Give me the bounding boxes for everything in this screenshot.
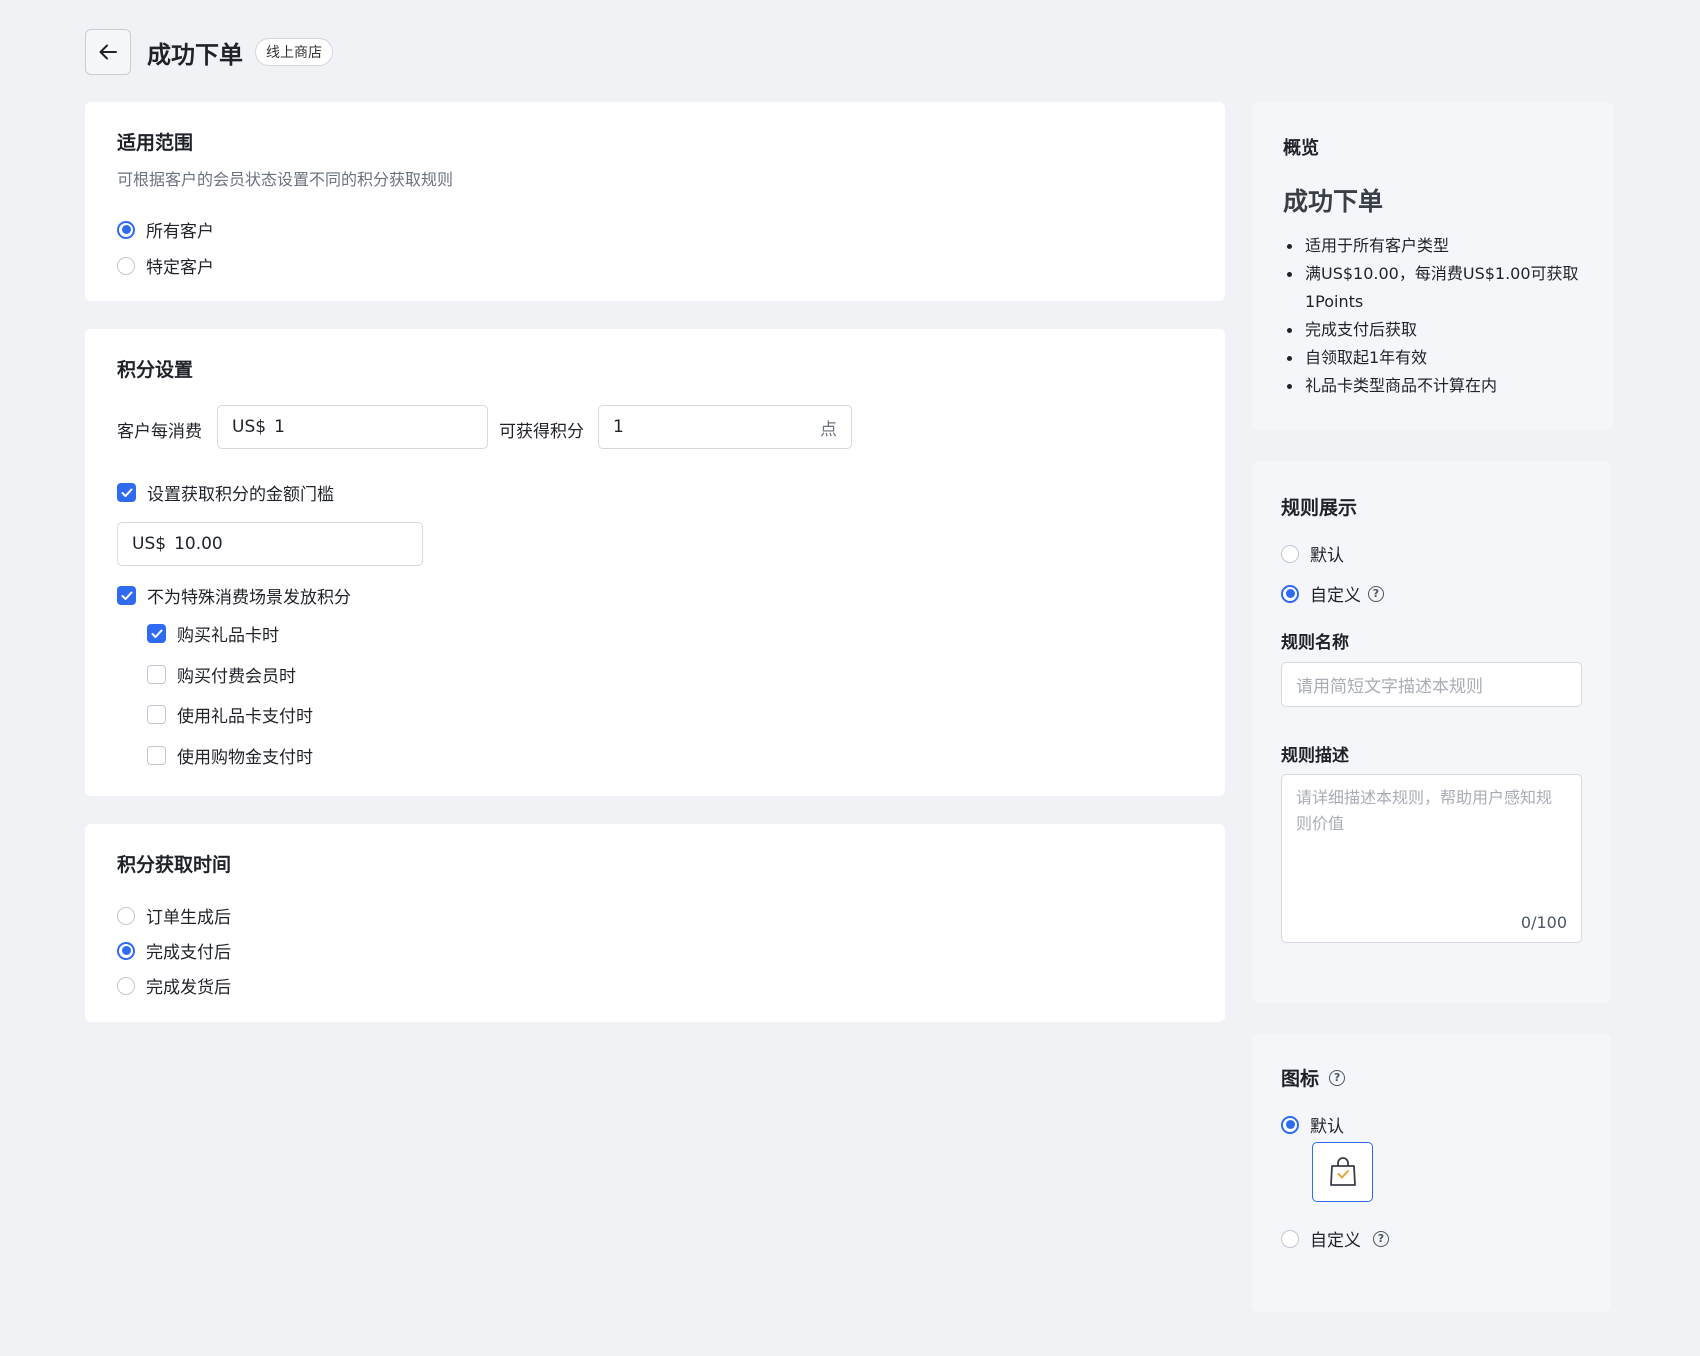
exclude-checkbox[interactable]: 不为特殊消费场景发放积分 xyxy=(117,583,351,608)
icon-section-title: 图标 xyxy=(1281,1068,1320,1090)
radio-selected-icon[interactable] xyxy=(1281,584,1299,603)
scope-option-specific[interactable]: 特定客户 xyxy=(117,253,214,278)
timing-option-shipped[interactable]: 完成发货后 xyxy=(117,973,231,998)
checkbox-checked-icon[interactable] xyxy=(117,586,136,605)
earn-points-input[interactable]: 1 点 xyxy=(598,405,852,449)
checkbox-unchecked-icon[interactable] xyxy=(147,746,166,765)
radio-unselected-icon[interactable] xyxy=(117,976,135,995)
rule-name-input[interactable]: 请用简短文字描述本规则 xyxy=(1281,662,1582,707)
timing-option-paid[interactable]: 完成支付后 xyxy=(117,938,231,963)
scope-title: 适用范围 xyxy=(117,132,194,154)
checkbox-unchecked-icon[interactable] xyxy=(147,665,166,684)
icon-option-default[interactable]: 默认 xyxy=(1281,1112,1344,1137)
help-icon[interactable]: ? xyxy=(1368,585,1384,602)
rule-desc-textarea[interactable]: 请详细描述本规则，帮助用户感知规则价值 0/100 xyxy=(1281,774,1582,943)
rule-display-option-custom[interactable]: 自定义 ? xyxy=(1281,581,1384,606)
overview-card: 概览 成功下单 适用于所有客户类型 满US$10.00，每消费US$1.00可获… xyxy=(1252,102,1613,430)
scope-card: 适用范围 可根据客户的会员状态设置不同的积分获取规则 所有客户 特定客户 xyxy=(85,102,1225,301)
radio-unselected-icon[interactable] xyxy=(1281,1229,1299,1248)
spend-input[interactable]: US$ 1 xyxy=(217,405,488,449)
radio-unselected-icon[interactable] xyxy=(117,256,135,275)
list-item: 适用于所有客户类型 xyxy=(1283,232,1593,260)
spend-label: 客户每消费 xyxy=(117,422,202,442)
back-button[interactable] xyxy=(85,29,131,75)
scope-subtitle: 可根据客户的会员状态设置不同的积分获取规则 xyxy=(117,170,454,189)
list-item: 自领取起1年有效 xyxy=(1283,344,1593,372)
page-title: 成功下单 xyxy=(147,40,243,69)
checkbox-checked-icon[interactable] xyxy=(117,483,136,502)
threshold-checkbox[interactable]: 设置获取积分的金额门槛 xyxy=(117,480,334,505)
earn-label: 可获得积分 xyxy=(499,422,584,442)
checkbox-checked-icon[interactable] xyxy=(147,624,166,643)
list-item: 礼品卡类型商品不计算在内 xyxy=(1283,372,1593,400)
icon-option-custom[interactable]: 自定义 ? xyxy=(1281,1226,1389,1251)
overview-bullets: 适用于所有客户类型 满US$10.00，每消费US$1.00可获取1Points… xyxy=(1283,232,1593,400)
radio-unselected-icon[interactable] xyxy=(117,906,135,925)
timing-title: 积分获取时间 xyxy=(117,854,232,876)
rule-display-card: 规则展示 默认 自定义 ? 规则名称 请用简短文字描述本规则 规则描述 请详细描… xyxy=(1252,461,1611,1003)
overview-title: 概览 xyxy=(1283,138,1319,159)
rule-name-label: 规则名称 xyxy=(1281,633,1349,653)
exclusion-gift-card-purchase[interactable]: 购买礼品卡时 xyxy=(147,621,279,646)
page-header: 成功下单 线上商店 xyxy=(85,29,333,75)
radio-selected-icon[interactable] xyxy=(1281,1115,1299,1134)
radio-unselected-icon[interactable] xyxy=(1281,544,1299,563)
list-item: 完成支付后获取 xyxy=(1283,316,1593,344)
timing-card: 积分获取时间 订单生成后 完成支付后 完成发货后 xyxy=(85,824,1225,1022)
shopping-bag-check-icon xyxy=(1329,1157,1356,1186)
radio-selected-icon[interactable] xyxy=(117,941,135,960)
radio-selected-icon[interactable] xyxy=(117,220,135,239)
list-item: 满US$10.00，每消费US$1.00可获取1Points xyxy=(1283,260,1593,316)
icon-section-header: 图标 ? xyxy=(1281,1064,1346,1091)
rule-desc-label: 规则描述 xyxy=(1281,746,1349,766)
overview-heading: 成功下单 xyxy=(1283,187,1384,216)
icon-card: 图标 ? 默认 自定义 ? xyxy=(1252,1034,1611,1312)
exclusion-membership-purchase[interactable]: 购买付费会员时 xyxy=(147,662,296,687)
exclusion-gift-card-payment[interactable]: 使用礼品卡支付时 xyxy=(147,702,313,727)
help-icon[interactable]: ? xyxy=(1329,1069,1346,1086)
points-title: 积分设置 xyxy=(117,359,194,381)
scope-option-all[interactable]: 所有客户 xyxy=(117,217,214,242)
arrow-left-icon xyxy=(99,44,117,60)
rule-display-option-default[interactable]: 默认 xyxy=(1281,541,1344,566)
channel-tag: 线上商店 xyxy=(255,38,333,66)
rule-display-title: 规则展示 xyxy=(1281,497,1358,519)
help-icon[interactable]: ? xyxy=(1373,1230,1389,1247)
icon-preview[interactable] xyxy=(1312,1142,1373,1202)
points-card: 积分设置 客户每消费 US$ 1 可获得积分 1 点 设置获取积分的金额门槛 U… xyxy=(85,329,1225,796)
threshold-input[interactable]: US$ 10.00 xyxy=(117,522,423,566)
timing-option-order-created[interactable]: 订单生成后 xyxy=(117,903,231,928)
checkbox-unchecked-icon[interactable] xyxy=(147,705,166,724)
exclusion-store-credit-payment[interactable]: 使用购物金支付时 xyxy=(147,743,313,768)
char-counter: 0/100 xyxy=(1520,913,1567,932)
